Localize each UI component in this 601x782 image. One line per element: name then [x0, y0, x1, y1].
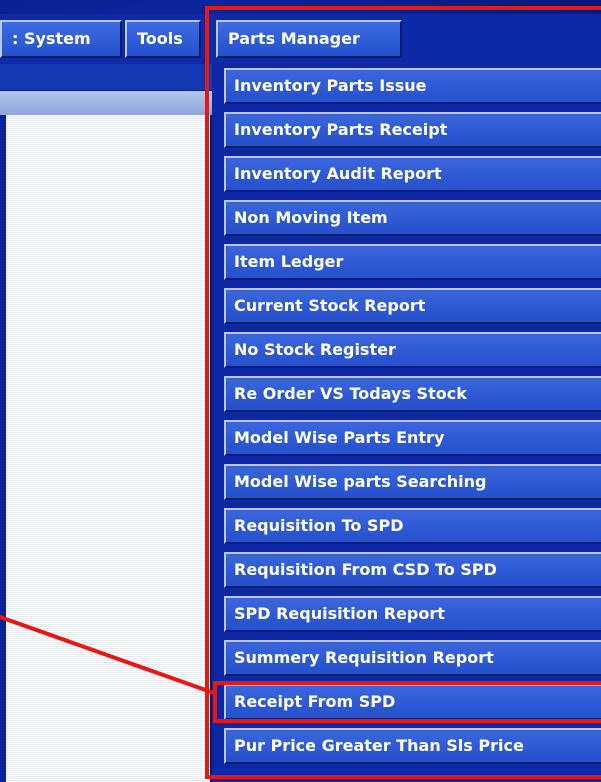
menu-item-no-stock-register[interactable]: No Stock Register: [224, 332, 601, 368]
menu-item-requisition-from-csd-to-spd[interactable]: Requisition From CSD To SPD: [224, 552, 601, 588]
menu-parts-manager[interactable]: Parts Manager: [216, 20, 402, 58]
menu-item-model-wise-parts-searching[interactable]: Model Wise parts Searching: [224, 464, 601, 500]
menu-item-model-wise-parts-entry[interactable]: Model Wise Parts Entry: [224, 420, 601, 456]
menu-item-receipt-from-spd[interactable]: Receipt From SPD: [224, 684, 601, 720]
menu-item-inventory-audit-report[interactable]: Inventory Audit Report: [224, 156, 601, 192]
menu-item-non-moving-item[interactable]: Non Moving Item: [224, 200, 601, 236]
menu-tools[interactable]: Tools: [125, 20, 201, 58]
menu-item-item-ledger[interactable]: Item Ledger: [224, 244, 601, 280]
menu-item-inventory-parts-issue[interactable]: Inventory Parts Issue: [224, 68, 601, 104]
menu-item-inventory-parts-receipt[interactable]: Inventory Parts Receipt: [224, 112, 601, 148]
menu-system[interactable]: : System: [0, 20, 122, 58]
window-header-strip: [0, 91, 212, 115]
menu-item-summery-requisition-report[interactable]: Summery Requisition Report: [224, 640, 601, 676]
menu-item-pur-price-greater-than-sls-price[interactable]: Pur Price Greater Than Sls Price: [224, 728, 601, 764]
menu-item-spd-requisition-report[interactable]: SPD Requisition Report: [224, 596, 601, 632]
window-left-edge: [0, 115, 6, 782]
menu-item-current-stock-report[interactable]: Current Stock Report: [224, 288, 601, 324]
menu-item-re-order-vs-todays-stock[interactable]: Re Order VS Todays Stock: [224, 376, 601, 412]
menu-item-requisition-to-spd[interactable]: Requisition To SPD: [224, 508, 601, 544]
window-titlebar: [0, 64, 212, 91]
window-content-area: [0, 115, 212, 782]
